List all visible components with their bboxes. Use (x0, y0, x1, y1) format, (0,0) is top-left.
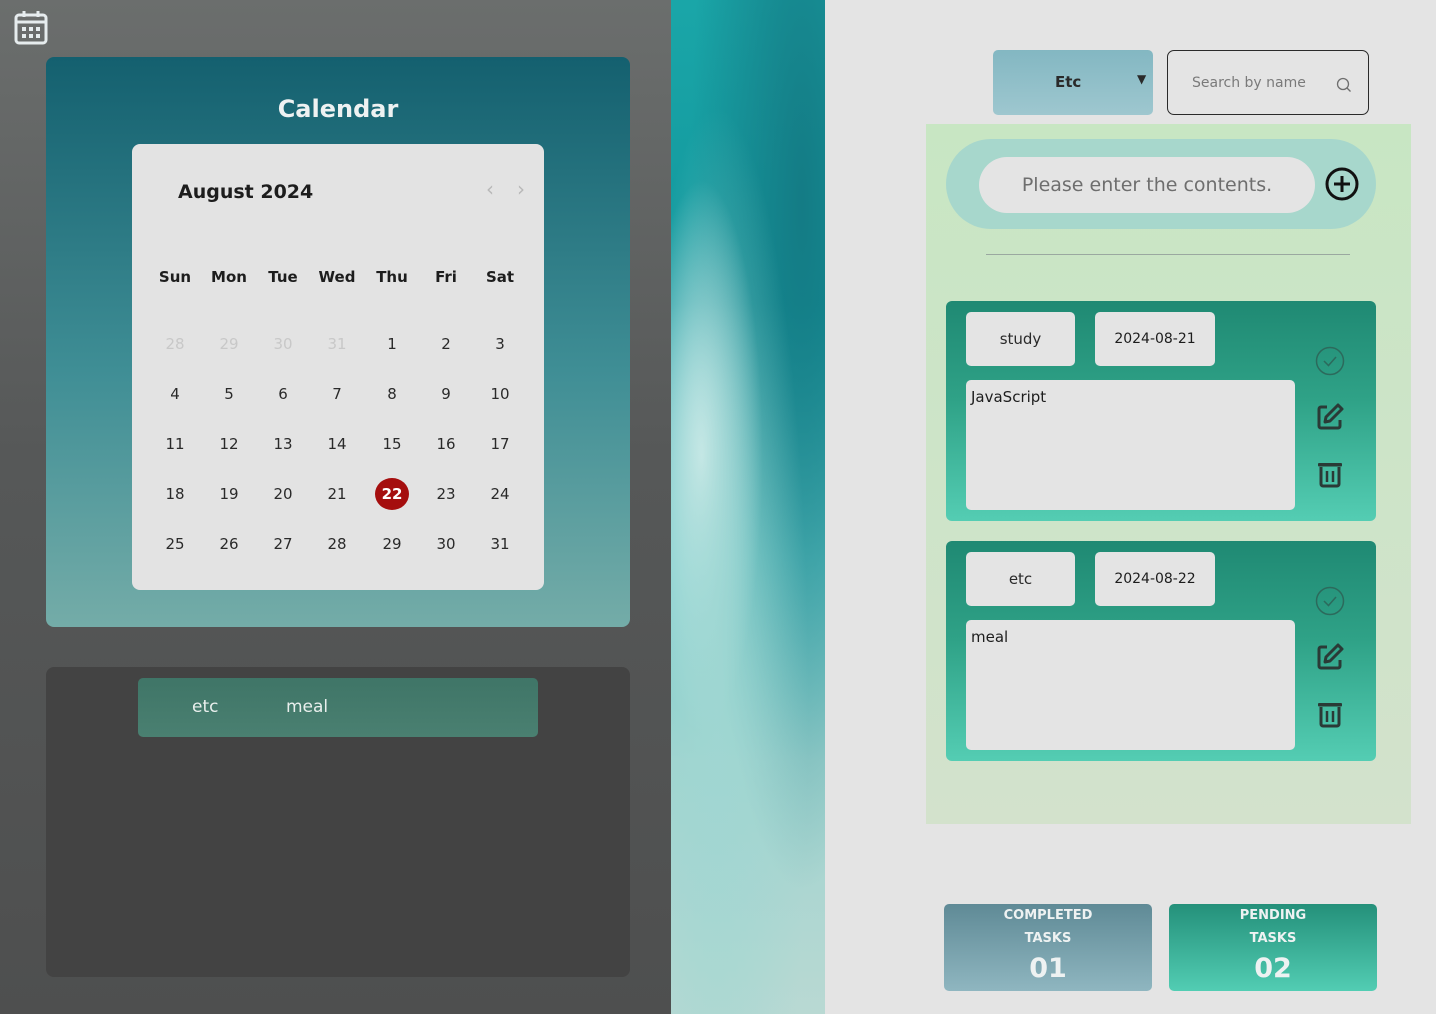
todo-content[interactable]: JavaScript (966, 380, 1295, 510)
pending-label: PENDING (1239, 908, 1307, 923)
day-cell[interactable]: 2 (429, 328, 463, 360)
weekday-label: Thu (376, 268, 408, 286)
edit-icon[interactable] (1314, 401, 1346, 433)
category-select-value: Etc (1055, 73, 1082, 91)
day-cell[interactable]: 30 (266, 328, 300, 360)
trash-icon[interactable] (1314, 458, 1346, 490)
day-cell[interactable]: 16 (429, 428, 463, 460)
calendar-widget: August 2024 ‹ › Sun Mon Tue Wed Thu Fri Sat 28 2… (132, 144, 544, 590)
todo-category[interactable]: etc (966, 552, 1075, 606)
weekday-label: Wed (318, 268, 356, 286)
day-cell[interactable]: 1 (375, 328, 409, 360)
day-cell[interactable]: 11 (158, 428, 192, 460)
day-cell[interactable]: 3 (483, 328, 517, 360)
day-cell[interactable]: 9 (429, 378, 463, 410)
weekday-label: Mon (211, 268, 247, 286)
completed-label-2: TASKS (1024, 931, 1072, 946)
day-cell[interactable]: 30 (429, 528, 463, 560)
todo-card: study 2024-08-21 JavaScript (946, 301, 1376, 521)
day-cell[interactable]: 28 (320, 528, 354, 560)
day-cell[interactable]: 12 (212, 428, 246, 460)
prev-month-button[interactable]: ‹ (481, 178, 499, 200)
pending-label-2: TASKS (1249, 931, 1297, 946)
weekday-label: Sun (158, 268, 192, 286)
day-cell[interactable]: 10 (483, 378, 517, 410)
completed-tasks-card: COMPLETED TASKS 01 (944, 904, 1152, 991)
trash-icon[interactable] (1314, 698, 1346, 730)
day-cell[interactable]: 4 (158, 378, 192, 410)
day-cell[interactable]: 6 (266, 378, 300, 410)
todo-content[interactable]: meal (966, 620, 1295, 750)
calendar-panel: Calendar August 2024 ‹ › Sun Mon Tue Wed Thu… (46, 57, 630, 627)
weekday-label: Sat (485, 268, 515, 286)
day-cell[interactable]: 8 (375, 378, 409, 410)
day-cell[interactable]: 5 (212, 378, 246, 410)
edit-icon[interactable] (1314, 641, 1346, 673)
background-sea (671, 0, 825, 1014)
weekday-label: Fri (435, 268, 457, 286)
day-cell[interactable]: 31 (483, 528, 517, 560)
day-cell[interactable]: 31 (320, 328, 354, 360)
calendar-title: Calendar (277, 95, 399, 123)
day-cell-today[interactable]: 22 (375, 478, 409, 510)
day-cell[interactable]: 29 (212, 328, 246, 360)
month-label: August 2024 (178, 181, 314, 203)
day-cell[interactable]: 13 (266, 428, 300, 460)
event-category: etc (192, 697, 219, 717)
day-cell[interactable]: 28 (158, 328, 192, 360)
completed-label: COMPLETED (1003, 908, 1093, 923)
next-month-button[interactable]: › (512, 178, 530, 200)
event-text: meal (286, 697, 329, 717)
day-cell[interactable]: 27 (266, 528, 300, 560)
plus-circle-icon[interactable] (1324, 166, 1360, 202)
pending-count: 02 (1254, 953, 1292, 984)
day-cell[interactable]: 26 (212, 528, 246, 560)
day-cell[interactable]: 19 (212, 478, 246, 510)
todo-category[interactable]: study (966, 312, 1075, 366)
check-circle-icon[interactable] (1314, 585, 1346, 617)
category-select[interactable]: Etc ▼ (993, 50, 1153, 115)
todo-date[interactable]: 2024-08-21 (1095, 312, 1215, 366)
search-icon[interactable] (1336, 77, 1352, 93)
search-input[interactable] (1192, 71, 1342, 95)
chevron-down-icon: ▼ (1137, 72, 1147, 86)
search-box (1167, 50, 1369, 115)
day-cell[interactable]: 29 (375, 528, 409, 560)
pending-tasks-card: PENDING TASKS 02 (1169, 904, 1377, 991)
day-cell[interactable]: 21 (320, 478, 354, 510)
calendar-icon[interactable] (14, 9, 48, 45)
todo-date[interactable]: 2024-08-22 (1095, 552, 1215, 606)
todo-card: etc 2024-08-22 meal (946, 541, 1376, 761)
day-cell[interactable]: 20 (266, 478, 300, 510)
day-cell[interactable]: 7 (320, 378, 354, 410)
content-input[interactable] (979, 157, 1315, 213)
day-cell[interactable]: 14 (320, 428, 354, 460)
divider (986, 254, 1350, 255)
day-cell[interactable]: 23 (429, 478, 463, 510)
event-item[interactable]: etc meal (138, 678, 538, 737)
day-cell[interactable]: 24 (483, 478, 517, 510)
check-circle-icon[interactable] (1314, 345, 1346, 377)
day-cell[interactable]: 17 (483, 428, 517, 460)
add-task-bar (946, 139, 1376, 229)
todo-area: study 2024-08-21 JavaScript etc 2024-08-… (926, 124, 1411, 824)
day-cell[interactable]: 15 (375, 428, 409, 460)
weekday-label: Tue (268, 268, 298, 286)
day-cell[interactable]: 25 (158, 528, 192, 560)
day-cell[interactable]: 18 (158, 478, 192, 510)
completed-count: 01 (1029, 953, 1067, 984)
events-panel: etc meal (46, 667, 630, 977)
